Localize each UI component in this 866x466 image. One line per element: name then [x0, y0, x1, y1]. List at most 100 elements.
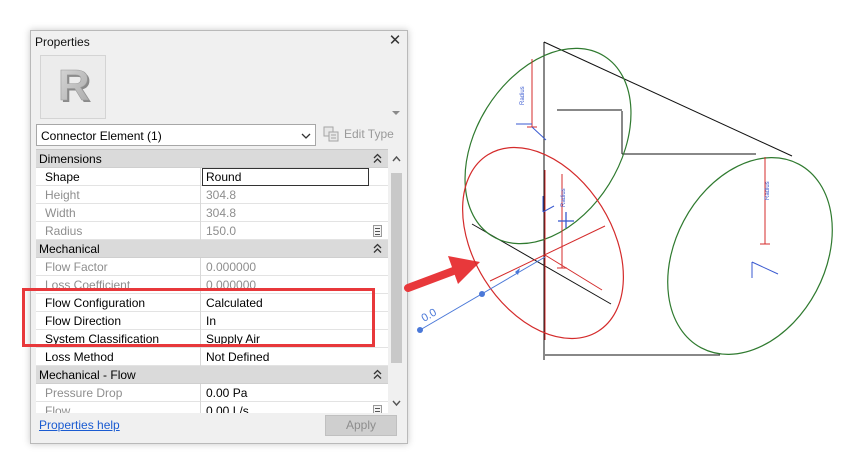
property-name: Flow Direction: [45, 314, 122, 328]
chevron-down-icon: [301, 133, 311, 139]
property-name-cell: Width: [36, 204, 201, 222]
apply-button[interactable]: Apply: [325, 415, 397, 436]
property-row-pressure-drop: Pressure Drop 0.00 Pa: [36, 384, 388, 402]
property-row-flow: Flow 0.00 L/s: [36, 402, 388, 413]
property-name-cell: Flow Configuration: [36, 294, 201, 312]
property-value-cell[interactable]: Supply Air: [201, 330, 388, 348]
property-name: Flow Configuration: [45, 296, 146, 310]
property-row-flow-factor: Flow Factor 0.000000: [36, 258, 388, 276]
property-value-cell: 0.000000: [201, 276, 388, 294]
property-name: Radius: [45, 224, 83, 238]
family-drawing-canvas[interactable]: Radius Radius Radius 0.0: [412, 30, 866, 444]
group-mechanical[interactable]: Mechanical: [36, 240, 388, 258]
associate-parameter-button[interactable]: [373, 225, 382, 237]
preview-dropdown-icon[interactable]: [391, 109, 401, 117]
property-name-cell: Pressure Drop: [36, 384, 201, 402]
property-value: Supply Air: [206, 332, 261, 346]
property-name-cell: Flow: [36, 402, 201, 413]
property-value-cell: 304.8: [201, 204, 388, 222]
flow-direction-arrow[interactable]: 0.0: [417, 256, 546, 333]
property-value-cell: 0.00 Pa: [201, 384, 388, 402]
edit-type-label: Edit Type: [344, 127, 394, 141]
property-name-cell: Flow Factor: [36, 258, 201, 276]
type-preview: R R: [36, 53, 401, 121]
property-value-cell[interactable]: Calculated: [201, 294, 388, 312]
scroll-thumb[interactable]: [391, 173, 402, 363]
property-row-width: Width 304.8: [36, 204, 388, 222]
logo-letter: R: [58, 61, 90, 110]
property-name-cell: System Classification: [36, 330, 201, 348]
group-mechanical-flow[interactable]: Mechanical - Flow: [36, 366, 388, 384]
property-row-radius: Radius 150.0: [36, 222, 388, 240]
edit-type-button[interactable]: Edit Type: [323, 125, 405, 145]
property-name: Loss Method: [45, 350, 114, 364]
property-name: System Classification: [45, 332, 160, 346]
scroll-up-icon[interactable]: [391, 153, 402, 165]
property-name: Flow Factor: [45, 260, 108, 274]
property-row-loss-method[interactable]: Loss Method Not Defined: [36, 348, 388, 366]
property-row-system-classification[interactable]: System Classification Supply Air: [36, 330, 388, 348]
connector-right[interactable]: Radius: [635, 129, 865, 383]
revit-logo-icon: R R: [40, 55, 106, 119]
property-value-cell: 0.00 L/s: [201, 402, 388, 413]
type-bar: Connector Element (1) Edit Type: [36, 124, 404, 147]
collapse-icon[interactable]: [373, 369, 382, 380]
group-label: Mechanical - Flow: [39, 368, 136, 382]
connector-selected[interactable]: Radius: [429, 118, 656, 368]
property-value: 304.8: [206, 206, 237, 220]
close-icon[interactable]: ✕: [388, 33, 402, 49]
property-value: Round: [206, 170, 242, 184]
property-value-cell: 150.0: [201, 222, 388, 240]
property-value: In: [206, 314, 217, 328]
property-name-cell: Loss Coefficient: [36, 276, 201, 294]
properties-help-link[interactable]: Properties help: [39, 418, 120, 432]
property-value-cell[interactable]: In: [201, 312, 388, 330]
type-selector-dropdown[interactable]: Connector Element (1): [36, 124, 316, 146]
radius-label: Radius: [561, 188, 567, 207]
property-name: Flow: [45, 404, 71, 413]
properties-grid: Dimensions Shape Round Height 304.8 Widt…: [36, 149, 388, 413]
palette-title: Properties: [35, 35, 90, 49]
property-value: Calculated: [206, 296, 263, 310]
collapse-icon[interactable]: [373, 243, 382, 254]
group-label: Dimensions: [39, 152, 102, 166]
grid-scrollbar[interactable]: [389, 149, 404, 413]
property-name-cell: Flow Direction: [36, 312, 201, 330]
property-value: 150.0: [206, 224, 237, 238]
property-value-cell[interactable]: Not Defined: [201, 348, 388, 366]
property-row-flow-configuration[interactable]: Flow Configuration Calculated: [36, 294, 388, 312]
radius-label: Radius: [765, 181, 771, 200]
associate-parameter-button[interactable]: [373, 405, 382, 413]
property-value-cell: 304.8: [201, 186, 388, 204]
radius-label: Radius: [520, 86, 526, 105]
scroll-down-icon[interactable]: [391, 397, 402, 409]
property-name-cell: Shape: [36, 168, 201, 186]
property-name: Width: [45, 206, 76, 220]
property-value: 0.000000: [206, 260, 257, 274]
property-name: Pressure Drop: [45, 386, 123, 400]
collapse-icon[interactable]: [373, 153, 382, 164]
property-name: Loss Coefficient: [45, 278, 131, 292]
property-value: Not Defined: [206, 350, 270, 364]
property-name-cell: Loss Method: [36, 348, 201, 366]
shape-value-field[interactable]: Round: [202, 168, 369, 186]
property-row-shape[interactable]: Shape Round: [36, 168, 388, 186]
property-name-cell: Height: [36, 186, 201, 204]
property-value: 0.000000: [206, 278, 257, 292]
group-dimensions[interactable]: Dimensions: [36, 150, 388, 168]
edit-type-icon: [323, 126, 339, 142]
property-name: Height: [45, 188, 80, 202]
properties-palette: Properties ✕ R R Connector Element (1) E…: [30, 30, 408, 444]
property-row-height: Height 304.8: [36, 186, 388, 204]
titlebar: Properties ✕: [31, 31, 407, 53]
property-value: 0.00 Pa: [206, 386, 248, 400]
property-row-flow-direction[interactable]: Flow Direction In: [36, 312, 388, 330]
property-value-cell: 0.000000: [201, 258, 388, 276]
property-name-cell: Radius: [36, 222, 201, 240]
property-name: Shape: [45, 170, 80, 184]
group-label: Mechanical: [39, 242, 100, 256]
property-value: 304.8: [206, 188, 237, 202]
type-selector-value: Connector Element (1): [41, 129, 162, 143]
dimension-label: 0.0: [420, 307, 439, 325]
property-value-cell[interactable]: Round: [201, 168, 388, 186]
